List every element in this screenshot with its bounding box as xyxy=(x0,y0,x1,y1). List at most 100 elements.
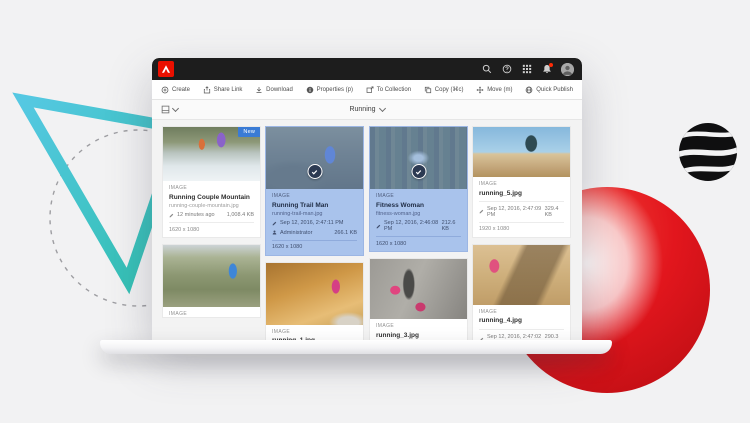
app-topbar xyxy=(152,58,582,80)
new-badge: New xyxy=(238,127,260,137)
asset-filename: fitness-woman.jpg xyxy=(376,211,461,217)
asset-thumbnail xyxy=(370,127,467,189)
view-switcher[interactable] xyxy=(161,105,178,114)
asset-dimensions: 1920 x 1080 xyxy=(473,223,570,237)
file-size: 266.1 KB xyxy=(334,230,357,236)
action-toolbar: Create Share Link Download Properties (p… xyxy=(152,80,582,100)
share-link-button[interactable]: Share Link xyxy=(203,86,243,94)
asset-dimensions: 1620 x 1080 xyxy=(370,237,467,251)
asset-filename: running-couple-mountain.jpg xyxy=(169,203,254,209)
move-label: Move (m) xyxy=(487,87,512,93)
edit-pencil-icon xyxy=(272,221,277,226)
brand-sphere-logo xyxy=(678,122,738,182)
help-icon[interactable] xyxy=(501,64,512,75)
modified-date: 12 minutes ago xyxy=(177,212,215,218)
create-button[interactable]: Create xyxy=(161,86,190,94)
file-size: 212.6 KB xyxy=(442,220,461,232)
laptop-screen: Create Share Link Download Properties (p… xyxy=(152,58,582,340)
laptop-base xyxy=(100,340,612,354)
quick-publish-button[interactable]: Quick Publish xyxy=(525,86,573,94)
asset-thumbnail xyxy=(163,245,260,307)
chevron-down-icon xyxy=(378,105,385,112)
search-icon[interactable] xyxy=(481,64,492,75)
edit-pencil-icon xyxy=(479,209,484,214)
download-button[interactable]: Download xyxy=(255,86,293,94)
view-bar: Running xyxy=(152,100,582,120)
asset-dimensions: 1620 x 1080 xyxy=(266,241,363,255)
properties-label: Properties (p) xyxy=(317,87,353,93)
copy-button[interactable]: Copy (⌘c) xyxy=(424,86,464,94)
modified-date: Sep 12, 2016, 2:46:08 PM xyxy=(384,220,439,232)
asset-title: running_5.jpg xyxy=(479,190,564,198)
asset-thumbnail xyxy=(266,263,363,325)
file-size: 1,008.4 KB xyxy=(227,212,254,218)
to-collection-label: To Collection xyxy=(377,87,411,93)
properties-button[interactable]: Properties (p) xyxy=(306,86,353,94)
notifications-bell-icon[interactable] xyxy=(541,64,552,75)
asset-filename: running-trail-man.jpg xyxy=(272,211,357,217)
modified-by: Administrator xyxy=(280,230,312,236)
asset-type-label: IMAGE xyxy=(376,323,461,329)
download-label: Download xyxy=(266,87,293,93)
modified-date: Sep 12, 2016, 2:47:11 PM xyxy=(280,220,344,226)
asset-title: Running Trail Man xyxy=(272,202,357,210)
asset-card[interactable]: IMAGE running_4.jpg Sep 12, 2016, 2:47:0… xyxy=(473,245,570,340)
asset-card[interactable]: IMAGE running_1.jpg xyxy=(266,263,363,340)
asset-type-label: IMAGE xyxy=(272,329,357,335)
divider xyxy=(479,329,564,330)
asset-type-label: IMAGE xyxy=(479,309,564,315)
asset-card[interactable]: IMAGE running_3.jpg xyxy=(370,259,467,339)
asset-card[interactable]: IMAGE xyxy=(163,245,260,317)
modified-date: Sep 12, 2016, 2:47:09 PM xyxy=(487,206,542,218)
collection-icon xyxy=(366,86,374,94)
asset-grid: New IMAGE Running Couple Mountain runnin… xyxy=(152,120,582,340)
asset-dimensions: 1620 x 1080 xyxy=(163,223,260,237)
adobe-logo-icon[interactable] xyxy=(158,61,174,77)
share-link-label: Share Link xyxy=(214,87,243,93)
info-icon xyxy=(306,86,314,94)
copy-label: Copy (⌘c) xyxy=(435,86,464,93)
asset-thumbnail xyxy=(473,127,570,177)
asset-card[interactable]: New IMAGE Running Couple Mountain runnin… xyxy=(163,127,260,237)
asset-thumbnail xyxy=(473,245,570,305)
asset-card[interactable]: IMAGE Fitness Woman fitness-woman.jpg Se… xyxy=(370,127,467,251)
notification-badge xyxy=(549,63,553,67)
asset-card[interactable]: IMAGE Running Trail Man running-trail-ma… xyxy=(266,127,363,255)
asset-title: running_3.jpg xyxy=(376,332,461,340)
collection-title-dropdown[interactable]: Running xyxy=(349,106,384,113)
selected-check-icon[interactable] xyxy=(307,164,322,179)
asset-type-label: IMAGE xyxy=(272,193,357,199)
asset-type-label: IMAGE xyxy=(169,311,254,317)
edit-pencil-icon xyxy=(376,224,381,229)
move-arrows-icon xyxy=(476,86,484,94)
publish-globe-icon xyxy=(525,86,533,94)
asset-card[interactable]: IMAGE running_5.jpg Sep 12, 2016, 2:47:0… xyxy=(473,127,570,237)
collection-title: Running xyxy=(349,106,375,113)
copy-icon xyxy=(424,86,432,94)
download-icon xyxy=(255,86,263,94)
plus-circle-icon xyxy=(161,86,169,94)
asset-type-label: IMAGE xyxy=(169,185,254,191)
selected-check-icon[interactable] xyxy=(411,164,426,179)
marketing-composition: Create Share Link Download Properties (p… xyxy=(0,0,750,423)
chevron-down-icon xyxy=(172,105,179,112)
asset-title: Fitness Woman xyxy=(376,202,461,210)
asset-type-label: IMAGE xyxy=(376,193,461,199)
card-view-icon xyxy=(161,105,170,114)
asset-title: Running Couple Mountain xyxy=(169,194,254,202)
apps-grid-icon[interactable] xyxy=(521,64,532,75)
share-icon xyxy=(203,86,211,94)
asset-thumbnail xyxy=(370,259,467,319)
to-collection-button[interactable]: To Collection xyxy=(366,86,411,94)
quick-publish-label: Quick Publish xyxy=(536,87,573,93)
user-icon xyxy=(272,230,277,235)
user-avatar[interactable] xyxy=(561,63,574,76)
file-size: 329.4 KB xyxy=(545,206,564,218)
asset-title: running_4.jpg xyxy=(479,317,564,325)
edit-pencil-icon xyxy=(169,213,174,218)
divider xyxy=(479,201,564,202)
asset-type-label: IMAGE xyxy=(479,181,564,187)
create-label: Create xyxy=(172,87,190,93)
asset-thumbnail xyxy=(266,127,363,189)
move-button[interactable]: Move (m) xyxy=(476,86,512,94)
